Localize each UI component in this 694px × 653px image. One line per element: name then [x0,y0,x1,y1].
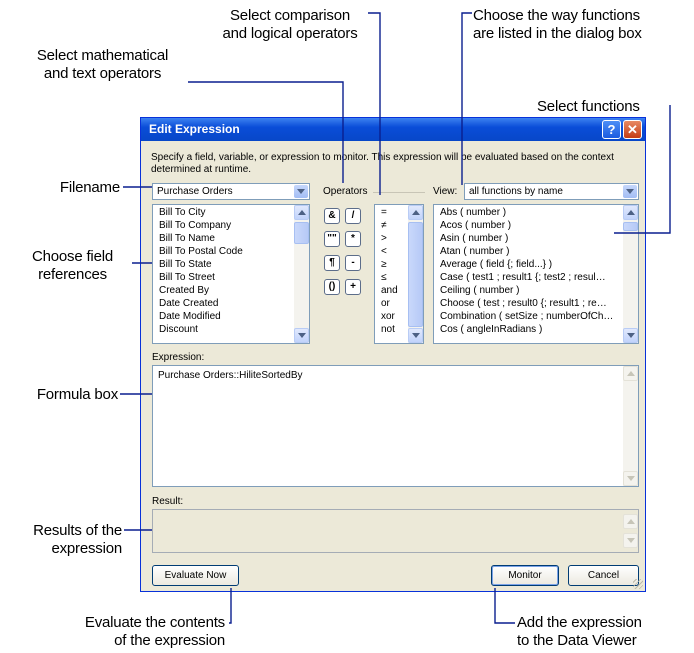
cancel-button[interactable]: Cancel [568,565,639,586]
list-item[interactable]: not [381,324,395,335]
callout-select-math: Select mathematical and text operators [36,47,169,82]
list-item[interactable]: < [381,246,387,257]
function-list-scrollbar[interactable] [623,205,638,343]
callout-evaluate: Evaluate the contents of the expression [84,614,225,649]
table-select[interactable]: Purchase Orders [152,183,310,200]
list-item[interactable]: Date Created [159,298,218,309]
scroll-up-icon[interactable] [408,205,423,220]
scroll-thumb[interactable] [294,222,309,244]
operator-quotes-button[interactable]: "" [324,231,340,247]
evaluate-now-button[interactable]: Evaluate Now [152,565,239,586]
list-item[interactable]: Bill To City [159,207,206,218]
list-item[interactable]: Choose ( test ; result0 {; result1 ; re… [440,298,607,309]
field-list-scrollbar[interactable] [294,205,309,343]
dialog-title: Edit Expression [149,122,240,136]
operators-label: Operators [323,186,368,197]
list-item[interactable]: Bill To Street [159,272,215,283]
expression-formula-box[interactable]: Purchase Orders::HiliteSortedBy [152,365,639,487]
callout-choose-field: Choose field references [32,248,113,283]
scroll-up-icon[interactable] [623,205,638,220]
view-select[interactable]: all functions by name [464,183,639,200]
list-item[interactable]: Created By [159,285,209,296]
scroll-up-icon[interactable] [623,514,638,529]
field-list[interactable]: Bill To City Bill To Company Bill To Nam… [152,204,310,344]
callout-line-add [494,588,515,624]
operator-pilcrow-button[interactable]: ¶ [324,255,340,271]
list-item[interactable]: Date Modified [159,311,221,322]
expression-value: Purchase Orders::HiliteSortedBy [158,370,303,381]
expression-label: Expression: [152,352,205,363]
scroll-down-icon[interactable] [623,328,638,343]
comparison-list-scrollbar[interactable] [408,205,423,343]
result-label: Result: [152,496,184,507]
list-item[interactable]: Bill To Company [159,220,231,231]
help-button[interactable]: ? [602,120,621,139]
list-item[interactable]: Ceiling ( number ) [440,285,519,296]
scroll-up-icon[interactable] [294,205,309,220]
callout-select-comparison: Select comparison and logical operators [222,7,358,42]
list-item[interactable]: or [381,298,390,309]
list-item[interactable]: Discount [159,324,198,335]
list-item[interactable]: Bill To Postal Code [159,246,243,257]
list-item[interactable]: Bill To State [159,259,212,270]
scroll-thumb[interactable] [408,222,423,327]
operator-minus-button[interactable]: - [345,255,361,271]
list-item[interactable]: Asin ( number ) [440,233,508,244]
dialog-titlebar[interactable]: Edit Expression ? ✕ [141,118,645,141]
function-list[interactable]: Abs ( number ) Acos ( number ) Asin ( nu… [433,204,639,344]
callout-line-evaluate [229,588,232,624]
operator-plus-button[interactable]: + [345,279,361,295]
callout-add-expression: Add the expression to the Data Viewer [517,614,642,649]
chevron-down-icon[interactable] [623,185,637,198]
scroll-up-icon[interactable] [623,366,638,381]
callout-results: Results of the expression [33,522,122,557]
list-item[interactable]: = [381,207,387,218]
result-scrollbar[interactable] [623,510,638,552]
scroll-down-icon[interactable] [623,533,638,548]
callout-formula-box: Formula box [36,386,118,403]
callout-filename: Filename [59,179,120,196]
list-item[interactable]: and [381,285,398,296]
scroll-thumb[interactable] [623,222,638,231]
operator-ampersand-button[interactable]: & [324,208,340,224]
scroll-down-icon[interactable] [408,328,423,343]
operator-parentheses-button[interactable]: () [324,279,340,295]
view-label: View: [433,186,458,197]
list-item[interactable]: ≥ [381,259,387,270]
operators-divider [373,192,425,193]
list-item[interactable]: Acos ( number ) [440,220,511,231]
callout-choose-listing: Choose the way functions are listed in t… [473,7,642,42]
instructions-text: Specify a field, variable, or expression… [151,152,614,175]
list-item[interactable]: xor [381,311,395,322]
list-item[interactable]: Abs ( number ) [440,207,506,218]
comparison-operator-list[interactable]: = ≠ > < ≥ ≤ and or xor not [374,204,424,344]
list-item[interactable]: Case ( test1 ; result1 {; test2 ; resul… [440,272,606,283]
list-item[interactable]: Atan ( number ) [440,246,509,257]
list-item[interactable]: > [381,233,387,244]
list-item[interactable]: Bill To Name [159,233,215,244]
operator-divide-button[interactable]: / [345,208,361,224]
list-item[interactable]: ≤ [381,272,387,283]
scroll-down-icon[interactable] [294,328,309,343]
callout-select-functions: Select functions [537,98,640,115]
chevron-down-icon[interactable] [294,185,308,198]
resize-grip-icon[interactable] [633,579,643,589]
operator-multiply-button[interactable]: * [345,231,361,247]
expression-scrollbar[interactable] [623,366,638,486]
edit-expression-dialog: Edit Expression ? ✕ Specify a field, var… [140,117,646,592]
close-button[interactable]: ✕ [623,120,642,139]
list-item[interactable]: Cos ( angleInRadians ) [440,324,542,335]
result-box [152,509,639,553]
monitor-button[interactable]: Monitor [491,565,559,586]
list-item[interactable]: Average ( field {; field...} ) [440,259,552,270]
list-item[interactable]: Combination ( setSize ; numberOfCh… [440,311,613,322]
list-item[interactable]: ≠ [381,220,387,231]
scroll-down-icon[interactable] [623,471,638,486]
